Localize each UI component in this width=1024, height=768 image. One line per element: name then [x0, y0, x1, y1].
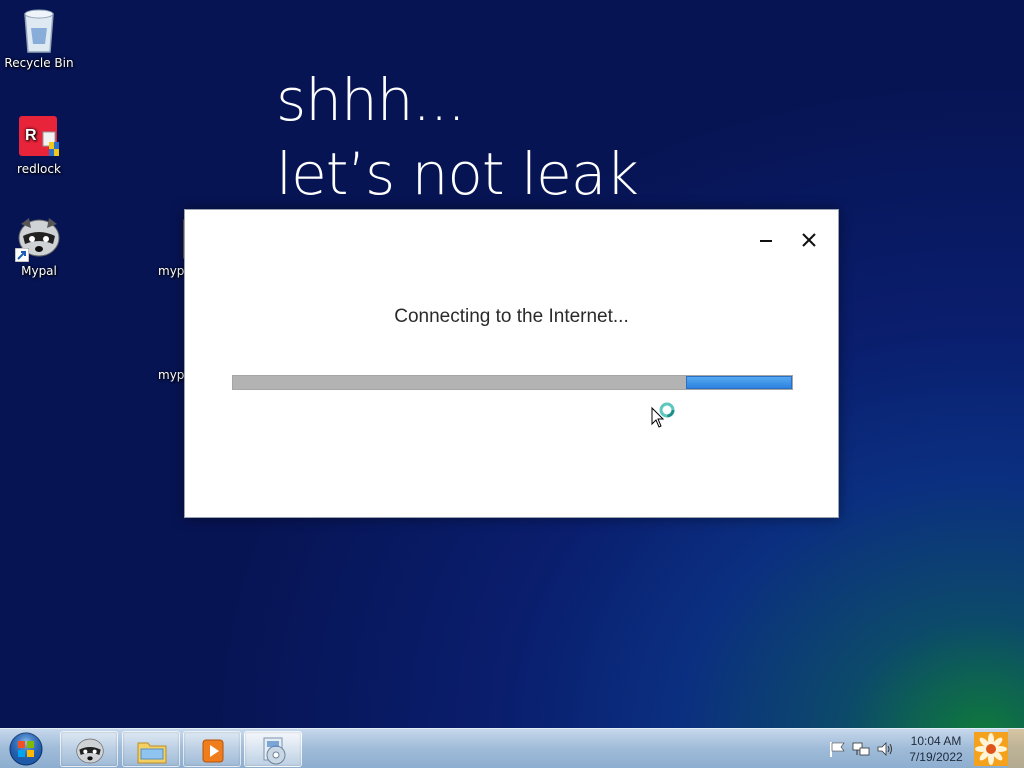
minimize-button[interactable] — [754, 228, 778, 252]
media-player-icon — [202, 739, 224, 763]
start-button[interactable] — [4, 731, 48, 767]
close-icon — [802, 233, 816, 247]
taskbar-button-setup[interactable] — [244, 731, 302, 767]
windows-start-orb-icon — [9, 732, 43, 766]
desktop-icon-label: redlock — [17, 162, 61, 176]
desktop-icon-mypal[interactable]: Mypal — [0, 214, 79, 278]
mypal-browser-icon — [15, 214, 63, 262]
user-picture-flower-icon — [974, 729, 1024, 768]
desktop-icon-label: Recycle Bin — [4, 56, 74, 70]
clock-date: 7/19/2022 — [909, 750, 963, 764]
shortcut-arrow-icon — [15, 248, 29, 262]
wallpaper-text-line2: let’s not leak — [276, 140, 639, 208]
minimize-icon — [760, 240, 772, 242]
taskbar: 10:04 AM 7/19/2022 — [0, 728, 1024, 768]
network-icon[interactable] — [852, 741, 870, 757]
connection-status-text: Connecting to the Internet... — [394, 306, 629, 327]
clock-time: 10:04 AM — [910, 734, 962, 748]
action-center-flag-icon[interactable] — [828, 741, 846, 757]
progress-bar-fill — [685, 376, 792, 389]
svg-text:R: R — [25, 127, 37, 144]
volume-icon[interactable] — [876, 741, 894, 757]
wallpaper-text-line1: shhh... — [276, 66, 466, 134]
close-button[interactable] — [797, 228, 821, 252]
show-desktop-button[interactable] — [972, 729, 1024, 768]
taskbar-clock[interactable]: 10:04 AM 7/19/2022 — [900, 733, 972, 765]
connecting-dialog: Connecting to the Internet... — [184, 209, 839, 518]
taskbar-button-explorer[interactable] — [122, 731, 180, 767]
taskbar-button-media-player[interactable] — [183, 731, 241, 767]
redlock-app-icon: R — [15, 112, 63, 160]
desktop-icon-label: Mypal — [21, 264, 57, 278]
installer-icon — [263, 737, 286, 765]
mypal-browser-icon — [76, 738, 104, 764]
connection-progress-bar — [232, 375, 793, 390]
recycle-bin-icon — [15, 6, 63, 54]
desktop-icon-redlock[interactable]: R redlock — [0, 112, 79, 176]
busy-cursor-icon — [651, 402, 675, 428]
desktop-icon-recycle-bin[interactable]: Recycle Bin — [0, 6, 79, 70]
taskbar-button-mypal[interactable] — [60, 731, 118, 767]
folder-icon — [137, 742, 167, 764]
